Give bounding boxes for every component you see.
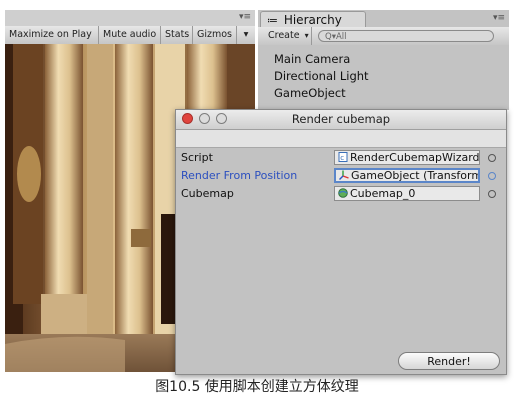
gizmos-button[interactable]: Gizmos (193, 26, 237, 44)
tab-hierarchy[interactable]: ≔ Hierarchy (260, 11, 366, 28)
minimize-icon[interactable] (199, 113, 210, 124)
script-value: RenderCubemapWizard (350, 151, 480, 164)
transform-icon (339, 170, 349, 180)
dialog-titlebar[interactable]: Render cubemap (176, 110, 506, 130)
panel-menu-icon[interactable]: ▾≡ (239, 12, 251, 22)
search-input[interactable]: Q▾All (318, 30, 494, 42)
svg-text:c: c (340, 154, 344, 162)
chevron-down-icon: ▾ (304, 31, 309, 40)
create-label: Create (268, 30, 300, 41)
script-icon: c (338, 152, 348, 162)
hierarchy-panel: ≔ Hierarchy ▾≡ Create ▾ Q▾All Main Camer… (258, 10, 509, 110)
render-button[interactable]: Render! (398, 352, 500, 370)
figure-caption: 图10.5 使用脚本创建立方体纹理 (155, 379, 359, 395)
stats-button[interactable]: Stats (161, 26, 193, 44)
hierarchy-list: Main Camera Directional Light GameObject (258, 45, 509, 110)
hierarchy-item-gameobject[interactable]: GameObject (274, 86, 346, 100)
render-from-position-label: Render From Position (181, 169, 298, 182)
hierarchy-toolbar: Create ▾ Q▾All (258, 27, 509, 46)
create-button[interactable]: Create ▾ (258, 27, 312, 45)
render-from-position-value: GameObject (Transform (351, 169, 480, 182)
dialog-body: Script c RenderCubemapWizard Render From … (176, 130, 506, 374)
dialog-help-area (176, 130, 506, 148)
zoom-icon[interactable] (216, 113, 227, 124)
game-view-toolbar: Maximize on Play Mute audio Stats Gizmos… (5, 26, 255, 45)
object-picker-icon[interactable] (488, 154, 496, 162)
game-view-tabbar: ▾≡ (5, 10, 255, 26)
object-picker-icon[interactable] (488, 172, 496, 180)
gizmos-dropdown-arrow[interactable]: ▾ (237, 26, 255, 44)
object-picker-icon[interactable] (488, 190, 496, 198)
script-label: Script (181, 151, 213, 164)
close-icon[interactable] (182, 113, 193, 124)
cubemap-value: Cubemap_0 (350, 187, 416, 200)
mute-audio-button[interactable]: Mute audio (99, 26, 161, 44)
cubemap-field[interactable]: Cubemap_0 (334, 186, 480, 201)
render-cubemap-dialog: Render cubemap Script c RenderCubemapWiza… (175, 109, 507, 375)
hierarchy-item-directional-light[interactable]: Directional Light (274, 69, 369, 83)
script-field[interactable]: c RenderCubemapWizard (334, 150, 480, 165)
cubemap-label: Cubemap (181, 187, 234, 200)
cubemap-icon (338, 188, 348, 198)
hierarchy-item-main-camera[interactable]: Main Camera (274, 52, 350, 66)
maximize-on-play-button[interactable]: Maximize on Play (5, 26, 99, 44)
hierarchy-tab-label: Hierarchy (283, 13, 342, 27)
panel-menu-icon[interactable]: ▾≡ (493, 13, 505, 23)
render-from-position-field[interactable]: GameObject (Transform (334, 168, 480, 183)
hierarchy-list-icon: ≔ (267, 14, 278, 27)
